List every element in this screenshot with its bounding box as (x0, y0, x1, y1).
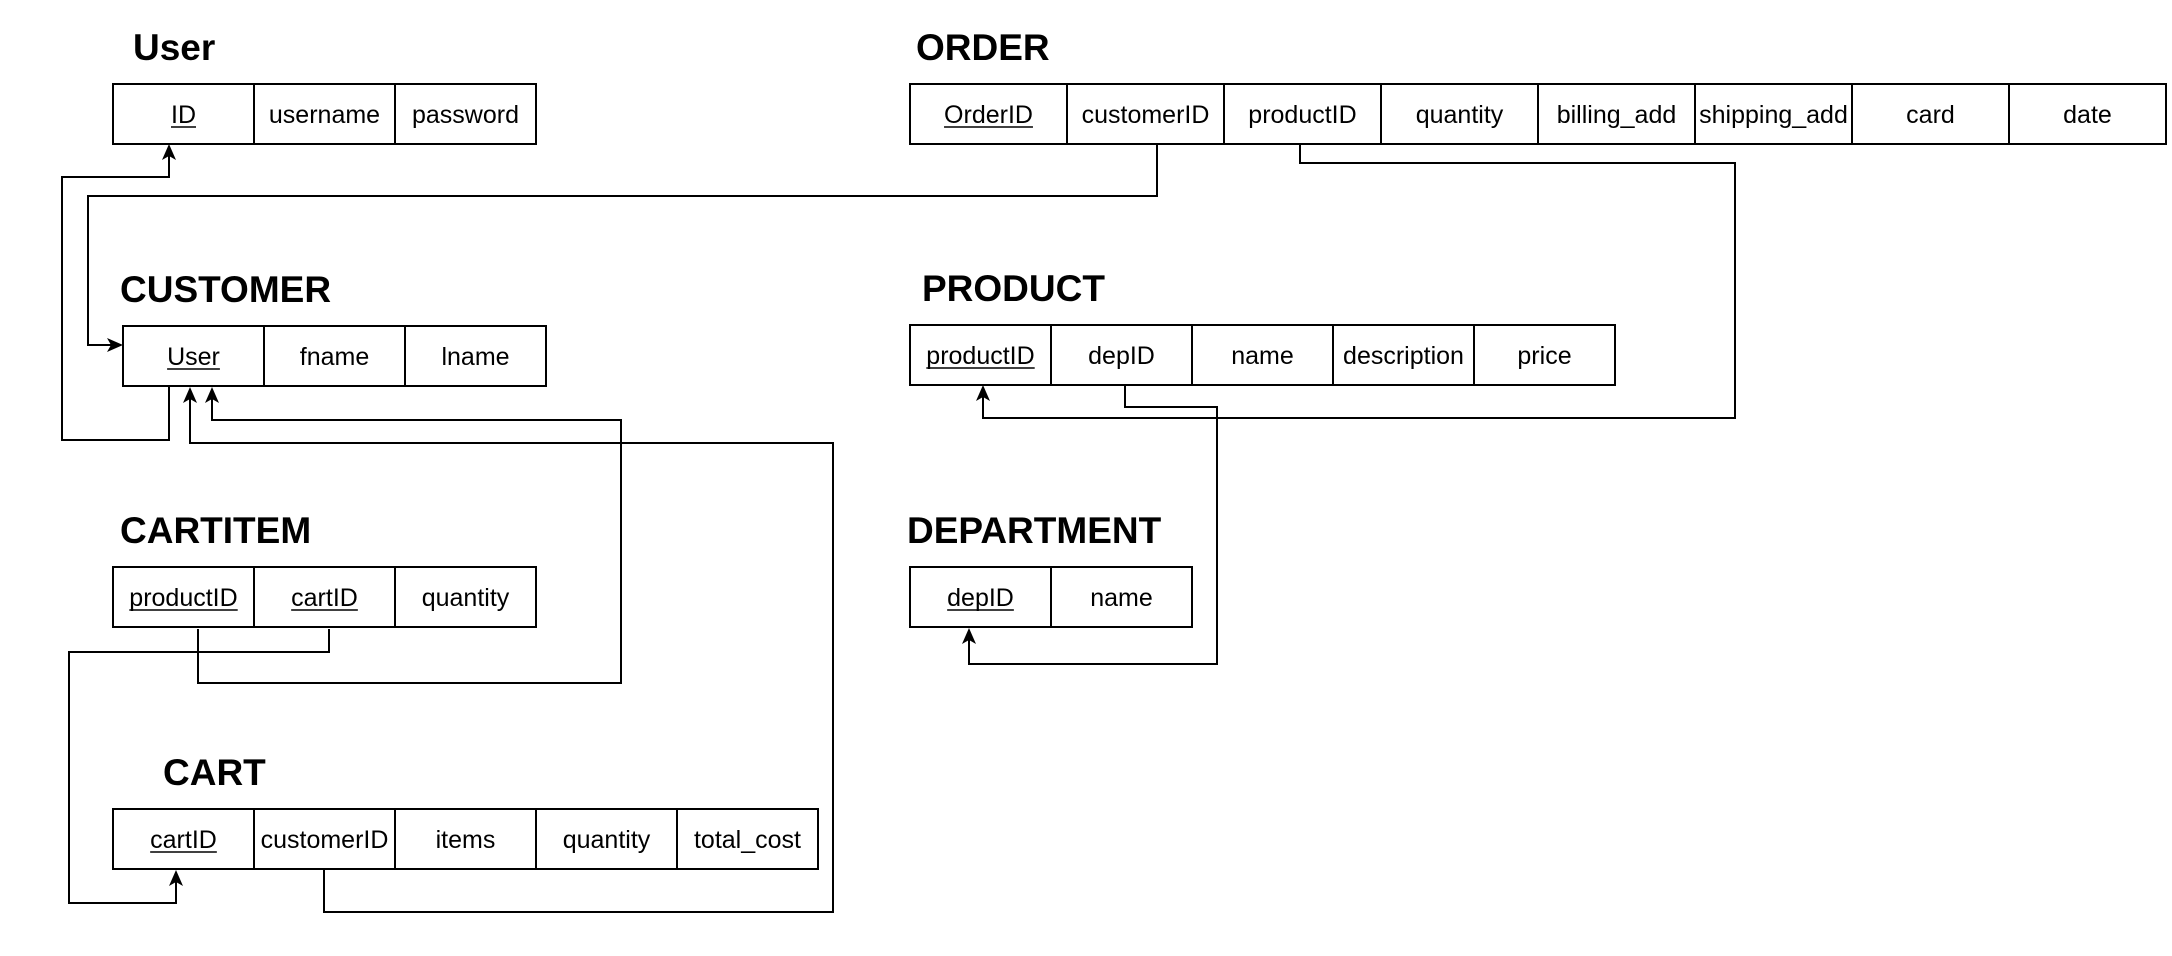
relationship-connectors (61, 144, 1736, 913)
column-department-name: name (1050, 566, 1193, 628)
column-order-shipping-add: shipping_add (1694, 83, 1853, 145)
column-cartitem-quantity: quantity (394, 566, 537, 628)
column-order-card: card (1851, 83, 2010, 145)
table-product: PRODUCT productID depID name description pric… (909, 268, 1616, 386)
column-label: username (269, 101, 380, 129)
column-cart-quantity: quantity (535, 808, 678, 870)
column-department-depid: depID (909, 566, 1052, 628)
column-cartitem-productid: productID (112, 566, 255, 628)
column-label: password (412, 101, 519, 129)
column-order-date: date (2008, 83, 2167, 145)
table-department: DEPARTMENT depID name (907, 510, 1193, 628)
primary-key-label: OrderID (944, 101, 1033, 129)
primary-key-label: productID (926, 342, 1034, 370)
column-order-billing-add: billing_add (1537, 83, 1696, 145)
er-diagram-canvas: User ID username password ORDER OrderID custom… (61, 27, 2167, 913)
entity-tables: User ID username password ORDER OrderID custom… (112, 27, 2167, 870)
table-title-department: DEPARTMENT (907, 510, 1162, 551)
column-label: fname (300, 343, 369, 371)
column-label: price (1517, 342, 1571, 370)
column-product-name: name (1191, 324, 1334, 386)
column-user-id: ID (112, 83, 255, 145)
column-label: card (1906, 101, 1955, 129)
column-order-productid: productID (1223, 83, 1382, 145)
column-product-description: description (1332, 324, 1475, 386)
column-product-price: price (1473, 324, 1616, 386)
primary-key-label: cartID (291, 584, 358, 612)
table-title-order: ORDER (916, 27, 1050, 68)
column-customer-user: User (122, 325, 265, 387)
column-label: productID (1248, 101, 1356, 129)
column-user-username: username (253, 83, 396, 145)
table-title-cartitem: CARTITEM (120, 510, 311, 551)
column-label: date (2063, 101, 2112, 129)
column-label: lname (441, 343, 509, 371)
table-title-product: PRODUCT (922, 268, 1105, 309)
primary-key-label: depID (947, 584, 1014, 612)
table-order: ORDER OrderID customerID productID quantity b… (909, 27, 2167, 145)
column-label: customerID (261, 826, 389, 854)
column-label: name (1090, 584, 1153, 612)
table-cart: CART cartID customerID items quantity total_c… (112, 752, 819, 870)
column-order-quantity: quantity (1380, 83, 1539, 145)
column-order-customerid: customerID (1066, 83, 1225, 145)
column-order-orderid: OrderID (909, 83, 1068, 145)
column-label: billing_add (1557, 101, 1677, 129)
column-label: quantity (422, 584, 510, 612)
column-cart-cartid: cartID (112, 808, 255, 870)
column-label: name (1231, 342, 1294, 370)
table-user: User ID username password (112, 27, 537, 145)
column-label: customerID (1082, 101, 1210, 129)
column-label: shipping_add (1699, 101, 1848, 129)
column-label: quantity (563, 826, 651, 854)
column-label: description (1343, 342, 1464, 370)
primary-key-label: productID (129, 584, 237, 612)
primary-key-label: cartID (150, 826, 217, 854)
column-customer-fname: fname (263, 325, 406, 387)
table-cartitem: CARTITEM productID cartID quantity (112, 510, 537, 628)
column-product-depid: depID (1050, 324, 1193, 386)
column-user-password: password (394, 83, 537, 145)
column-label: items (436, 826, 496, 854)
primary-key-label: User (167, 343, 220, 371)
column-customer-lname: lname (404, 325, 547, 387)
primary-key-label: ID (171, 101, 196, 129)
column-cart-customerid: customerID (253, 808, 396, 870)
column-label: quantity (1416, 101, 1504, 129)
column-label: depID (1088, 342, 1155, 370)
column-cart-items: items (394, 808, 537, 870)
relationship-order-customerid-to-customer-user (87, 144, 1158, 352)
connector-line (87, 144, 1158, 346)
column-cartitem-cartid: cartID (253, 566, 396, 628)
table-customer: CUSTOMER User fname lname (120, 269, 547, 387)
table-title-customer: CUSTOMER (120, 269, 331, 310)
column-product-productid: productID (909, 324, 1052, 386)
table-title-user: User (133, 27, 215, 68)
column-label: total_cost (694, 826, 801, 854)
table-title-cart: CART (163, 752, 266, 793)
column-cart-total-cost: total_cost (676, 808, 819, 870)
